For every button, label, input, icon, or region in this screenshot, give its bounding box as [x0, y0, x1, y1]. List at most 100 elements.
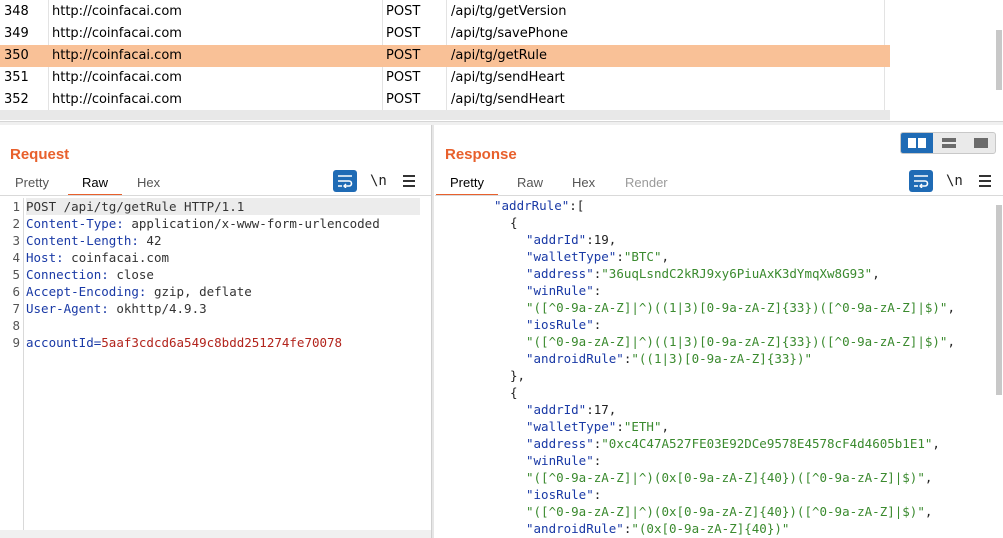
row-url: /api/tg/getRule — [451, 48, 547, 63]
response-menu-icon[interactable] — [977, 170, 993, 192]
layout-stacked-button[interactable] — [933, 133, 965, 153]
row-number: 350 — [4, 48, 29, 63]
json-punct: :[ — [569, 198, 585, 213]
response-tab-render[interactable]: Render — [611, 172, 682, 196]
response-show-newlines-button[interactable]: \n — [946, 170, 963, 192]
vertical-split-handle[interactable] — [431, 125, 434, 538]
table-row[interactable]: 349 http://coinfacai.com POST/api/tg/saveP… — [0, 23, 973, 45]
json-line: { — [510, 384, 518, 401]
row-number: 348 — [4, 4, 29, 19]
header-value: coinfacai.com — [63, 250, 169, 265]
response-tab-pretty[interactable]: Pretty — [436, 172, 498, 196]
code-line: Content-Type: application/x-www-form-url… — [26, 215, 380, 232]
json-punct: , — [661, 249, 670, 264]
request-menu-icon[interactable] — [401, 170, 417, 192]
row-method: POST — [386, 48, 421, 63]
table-row[interactable]: 352 http://coinfacai.com POST/api/tg/sendH… — [0, 89, 973, 111]
json-punct: : — [616, 419, 624, 434]
json-key: "winRule" — [526, 283, 594, 298]
layout-toggle-group — [900, 132, 996, 154]
header-value: okhttp/4.9.3 — [108, 301, 207, 316]
row-number: 352 — [4, 92, 29, 107]
json-key: "iosRule" — [526, 317, 594, 332]
row-host: http://coinfacai.com — [52, 4, 182, 19]
header-value: application/x-www-form-urlencoded — [123, 216, 380, 231]
table-row[interactable]: 350 http://coinfacai.com POST/api/tg/getRu… — [0, 45, 973, 67]
json-string: "((1|3)[0-9a-zA-Z]{33})" — [631, 351, 812, 366]
json-punct: { — [510, 385, 518, 400]
json-line: "androidRule":"(0x[0-9a-zA-Z]{40})" — [526, 520, 789, 537]
header-name: Accept-Encoding: — [26, 284, 147, 299]
request-wrap-lines-button[interactable] — [333, 170, 357, 192]
response-wrap-lines-button[interactable] — [909, 170, 933, 192]
json-key: "address" — [526, 436, 594, 451]
request-tab-raw[interactable]: Raw — [68, 172, 123, 196]
response-tab-hex[interactable]: Hex — [558, 172, 609, 196]
request-tab-pretty[interactable]: Pretty — [1, 172, 63, 196]
json-key: "addrId" — [526, 232, 587, 247]
code-line: Connection: close — [26, 266, 154, 283]
header-name: User-Agent: — [26, 301, 109, 316]
json-string: "BTC" — [623, 249, 662, 264]
json-string: "([^0-9a-zA-Z]|^)(0x[0-9a-zA-Z]{40})([^0… — [526, 470, 925, 485]
request-tab-hex[interactable]: Hex — [123, 172, 174, 196]
layout-side-by-side-button[interactable] — [901, 133, 933, 153]
code-line: Content-Length: 42 — [26, 232, 161, 249]
header-value: close — [108, 267, 154, 282]
history-vertical-scroll-area — [890, 0, 1003, 120]
table-row[interactable]: 348 http://coinfacai.com POST/api/tg/getVe… — [0, 1, 973, 23]
param-value: 5aaf3cdcd6a549c8bdd251274fe70078 — [101, 335, 343, 350]
json-line: "address":"36uqLsndC2kRJ9xy6PiuAxK3dYmqX… — [526, 265, 880, 282]
json-punct: , — [947, 334, 955, 349]
layout-single-button[interactable] — [965, 133, 997, 153]
history-horizontal-scrollbar[interactable] — [0, 110, 890, 120]
header-value: 42 — [138, 233, 162, 248]
response-title: Response — [445, 146, 517, 163]
request-title: Request — [10, 146, 70, 163]
row-url: /api/tg/sendHeart — [451, 70, 565, 85]
code-line: User-Agent: okhttp/4.9.3 — [26, 300, 207, 317]
line-number: 4 — [12, 250, 20, 265]
json-line: { — [510, 214, 518, 231]
json-line: "walletType":"ETH", — [526, 418, 669, 435]
json-punct: : — [616, 249, 624, 264]
line-number: 5 — [12, 267, 20, 282]
request-tab-underline — [0, 195, 431, 196]
horizontal-split-handle[interactable] — [0, 121, 1003, 125]
json-string: "([^0-9a-zA-Z]|^)((1|3)[0-9a-zA-Z]{33})(… — [526, 334, 948, 349]
json-line: "iosRule": — [526, 316, 601, 333]
response-tab-raw[interactable]: Raw — [503, 172, 557, 196]
json-line: "address":"0xc4C47A527FE03E92DCe9578E457… — [526, 435, 940, 452]
json-punct: , — [924, 470, 933, 485]
json-string: "(0x[0-9a-zA-Z]{40})" — [631, 521, 790, 536]
response-vertical-scrollbar[interactable] — [996, 205, 1002, 395]
json-line: "iosRule": — [526, 486, 601, 503]
code-line: POST /api/tg/getRule HTTP/1.1 — [26, 198, 420, 215]
history-vertical-scrollbar[interactable] — [996, 30, 1002, 90]
json-punct: : — [593, 487, 602, 502]
row-host: http://coinfacai.com — [52, 26, 182, 41]
row-method: POST — [386, 26, 421, 41]
header-name: Content-Length: — [26, 233, 139, 248]
json-key: "address" — [526, 266, 594, 281]
json-line: "([^0-9a-zA-Z]|^)((1|3)[0-9a-zA-Z]{33})(… — [526, 333, 955, 350]
json-line: "([^0-9a-zA-Z]|^)(0x[0-9a-zA-Z]{40})([^0… — [526, 503, 932, 520]
response-editor[interactable]: "addrRule":[{"addrId":19, "walletType":"B… — [436, 197, 994, 537]
json-line: "winRule": — [526, 282, 601, 299]
http-history-table: 348 http://coinfacai.com POST/api/tg/getVe… — [0, 0, 1003, 122]
row-url: /api/tg/sendHeart — [451, 92, 565, 107]
row-method: POST — [386, 92, 421, 107]
json-key: "addrRule" — [494, 198, 570, 213]
table-row[interactable]: 351 http://coinfacai.com POST/api/tg/sendH… — [0, 67, 973, 89]
json-line: "winRule": — [526, 452, 601, 469]
row-url: /api/tg/getVersion — [451, 4, 567, 19]
json-key: "walletType" — [526, 419, 617, 434]
json-key: "walletType" — [526, 249, 617, 264]
request-horizontal-scrollbar[interactable] — [0, 530, 431, 538]
row-host: http://coinfacai.com — [52, 48, 182, 63]
header-name: Host: — [26, 250, 64, 265]
request-editor[interactable]: 1 POST /api/tg/getRule HTTP/1.1 2 Content-T… — [0, 198, 431, 528]
request-show-newlines-button[interactable]: \n — [370, 170, 387, 192]
json-string: "0xc4C47A527FE03E92DCe9578E4578cF4d4605b… — [601, 436, 933, 451]
row-host: http://coinfacai.com — [52, 70, 182, 85]
